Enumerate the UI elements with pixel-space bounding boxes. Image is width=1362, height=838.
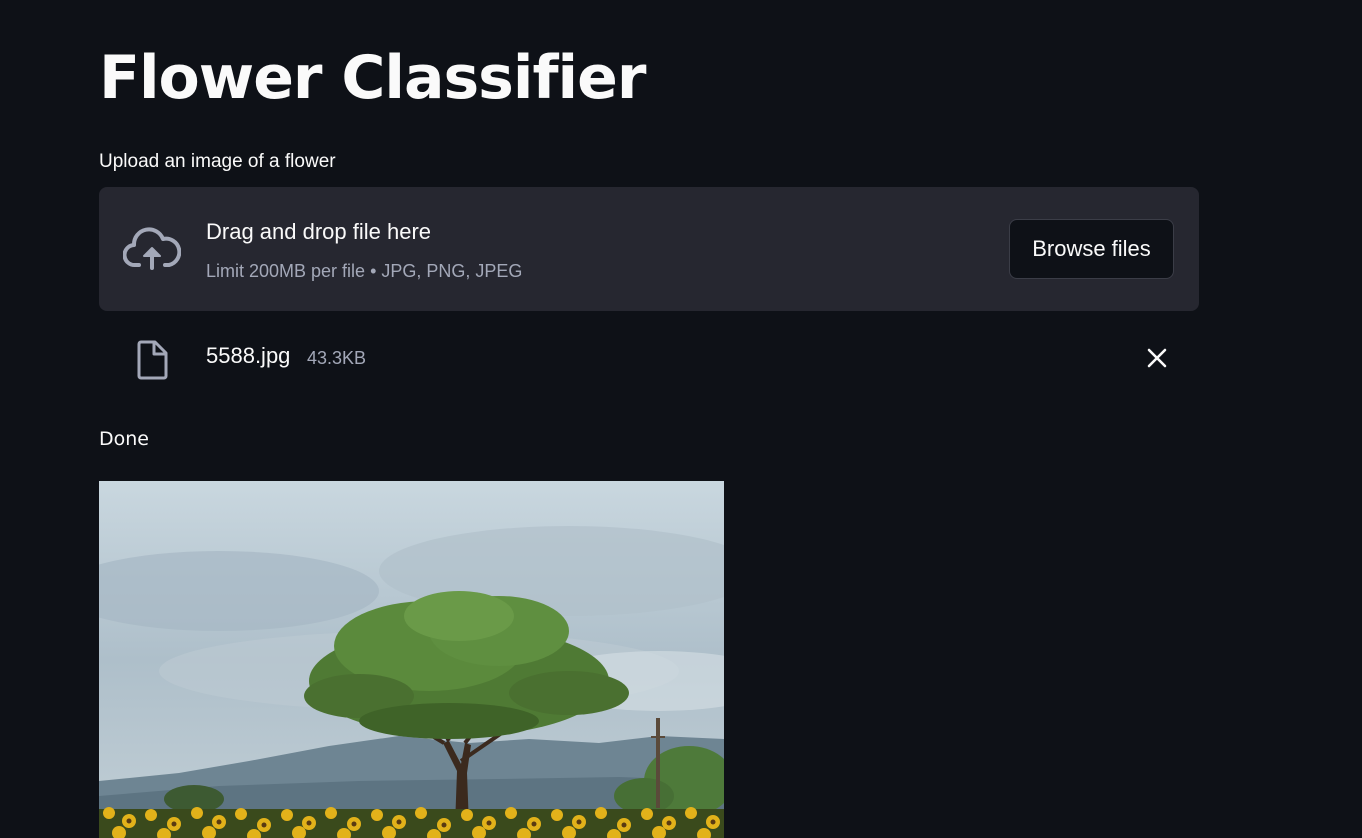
uploader-label: Upload an image of a flower (99, 151, 336, 172)
file-name: 5588.jpg (206, 343, 291, 368)
browse-files-button[interactable]: Browse files (1009, 219, 1174, 279)
cloud-upload-icon (122, 227, 182, 271)
file-dropzone[interactable]: Drag and drop file here Limit 200MB per … (99, 187, 1199, 311)
status-text: Done (99, 428, 149, 450)
page-title: Flower Classifier (99, 43, 646, 113)
dropzone-title: Drag and drop file here (206, 219, 432, 244)
uploaded-image (99, 481, 724, 838)
file-icon (135, 340, 169, 380)
uploaded-file-row: 5588.jpg 43.3KB (99, 330, 1199, 386)
file-size: 43.3KB (307, 348, 367, 368)
close-icon[interactable] (1145, 346, 1169, 370)
main-content: Flower Classifier Upload an image of a f… (99, 0, 1199, 838)
dropzone-subtitle: Limit 200MB per file • JPG, PNG, JPEG (206, 261, 523, 281)
